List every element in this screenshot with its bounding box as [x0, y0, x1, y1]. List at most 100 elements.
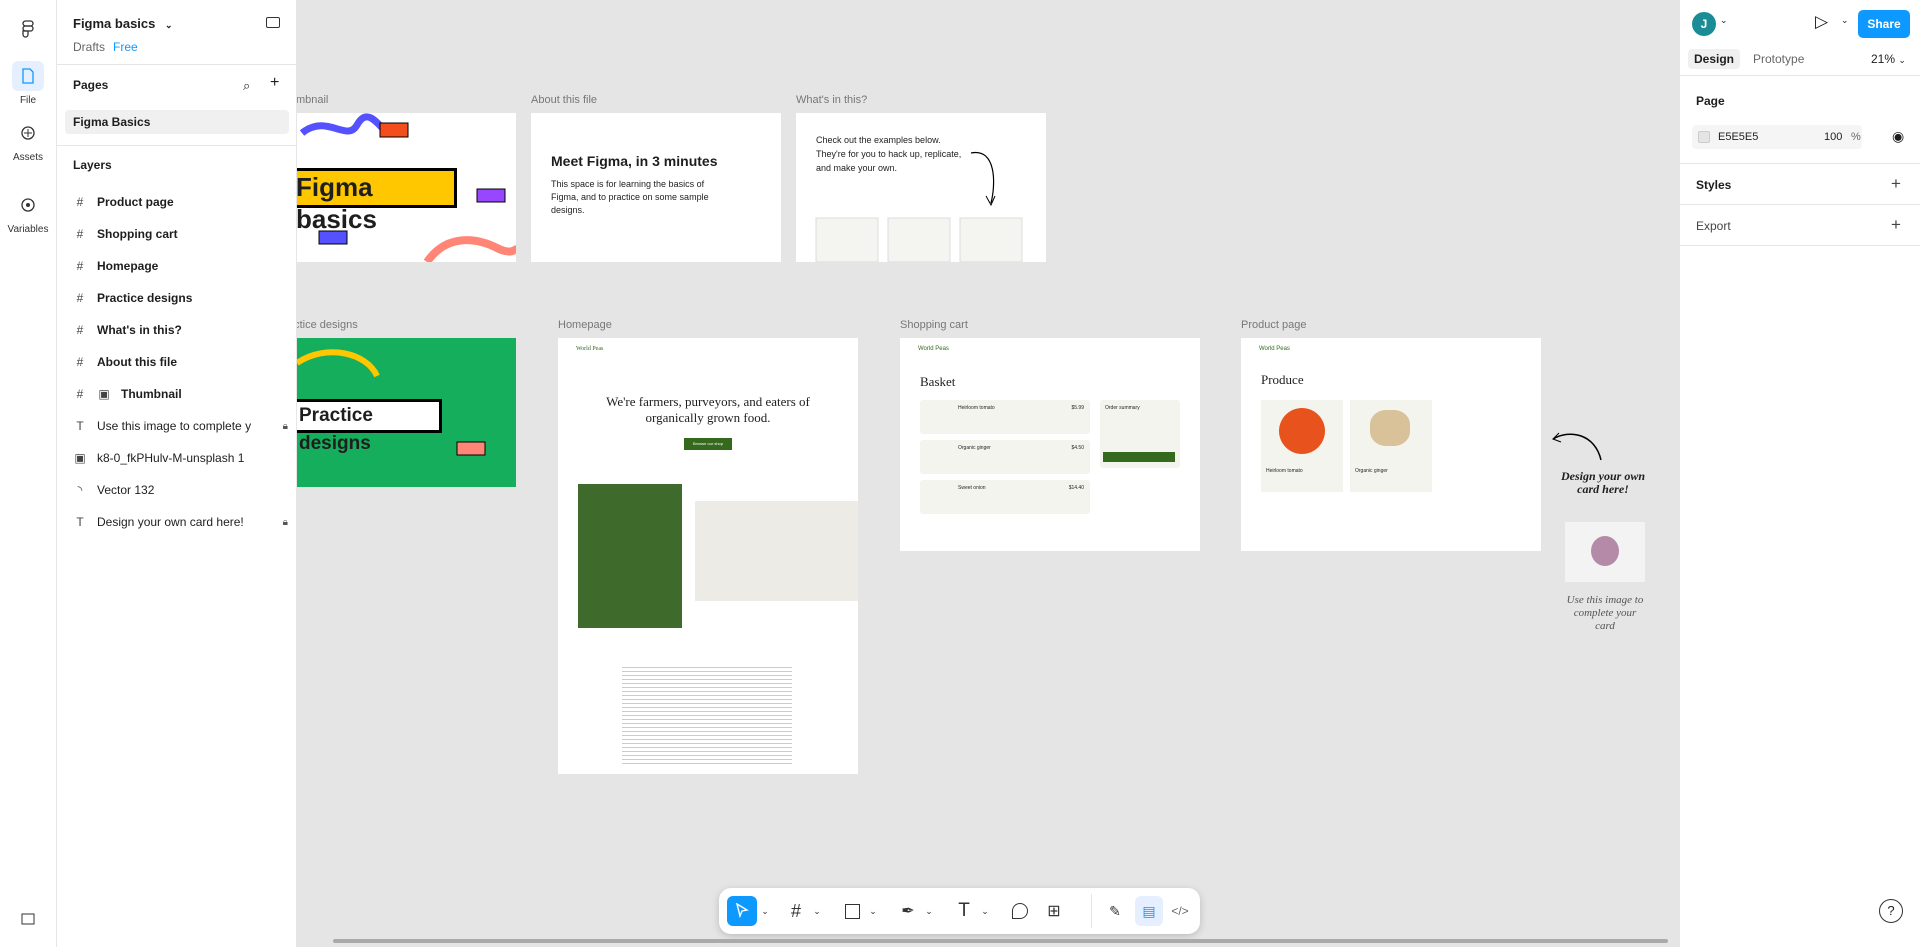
lock-icon[interactable]: 🔒︎	[283, 421, 288, 432]
product-frame[interactable]: World Peas Produce Heirloom tomato Organ…	[1241, 338, 1541, 551]
layer-item[interactable]: # About this file	[73, 346, 288, 378]
add-style-icon[interactable]: +	[1891, 174, 1901, 194]
frame-tool-chevron-icon[interactable]: ⌄	[811, 896, 823, 926]
page-opacity-value: 100	[1824, 131, 1843, 143]
whats-frame[interactable]: Check out the examples below. They're fo…	[796, 113, 1046, 262]
plan-badge[interactable]: Free	[113, 40, 138, 54]
frame-label-cart[interactable]: Shopping cart	[900, 319, 968, 331]
thumbnail-frame[interactable]: Figma basics	[297, 113, 516, 262]
chevron-down-icon: ⌄	[165, 20, 173, 30]
vector-icon: ◝	[77, 483, 83, 497]
thumbnail-title: Figma basics	[297, 168, 457, 234]
rail-variables-button[interactable]: Variables	[0, 190, 56, 235]
layer-item[interactable]: # Homepage	[73, 250, 288, 282]
project-title[interactable]: Figma basics ⌄	[73, 16, 173, 31]
layer-item[interactable]: T Use this image to complete y 🔒︎	[73, 410, 288, 442]
comment-tool-icon[interactable]	[1007, 896, 1033, 926]
frame-label-homepage[interactable]: Homepage	[558, 319, 612, 331]
layer-item[interactable]: T Design your own card here! 🔒︎	[73, 506, 288, 538]
onion-image[interactable]	[1565, 522, 1645, 582]
panel-tabs: Design Prototype 21% ⌄	[1680, 44, 1920, 76]
rail-file-button[interactable]: File	[0, 61, 56, 106]
ginger-image	[1370, 410, 1410, 446]
layer-item[interactable]: ▣ k8-0_fkPHulv-M-unsplash 1	[73, 442, 288, 474]
add-export-icon[interactable]: +	[1891, 215, 1901, 235]
shape-tool-chevron-icon[interactable]: ⌄	[867, 896, 879, 926]
frame-label-thumbnail[interactable]: Thumbnail	[297, 94, 328, 106]
cart-frame[interactable]: World Peas Basket Heirloom tomato $5.99 O…	[900, 338, 1200, 551]
project-title-text: Figma basics	[73, 16, 156, 31]
frame-tool-icon[interactable]: #	[783, 896, 809, 926]
layer-item[interactable]: # ▣ Thumbnail	[73, 378, 288, 410]
tomato-image	[1279, 408, 1325, 454]
page-color-swatch[interactable]	[1698, 131, 1710, 143]
share-button[interactable]: Share	[1858, 10, 1910, 38]
lock-icon[interactable]: 🔒︎	[283, 517, 288, 528]
move-tool-button[interactable]	[727, 896, 757, 926]
cart-item-2: Organic ginger $4.50	[920, 440, 1090, 474]
figma-menu-button[interactable]	[0, 14, 56, 48]
layer-item[interactable]: # What's in this?	[73, 314, 288, 346]
rectangle-tool-icon[interactable]	[839, 896, 865, 926]
design-mode-icon[interactable]: ▤	[1135, 896, 1163, 926]
layer-label: Vector 132	[97, 483, 155, 497]
dev-mode-icon[interactable]: </>	[1167, 896, 1193, 926]
page-color-field[interactable]: E5E5E5 100 %	[1692, 125, 1862, 149]
frame-label-practice[interactable]: Practice designs	[297, 319, 358, 331]
present-chevron-icon[interactable]: ⌄	[1841, 15, 1849, 26]
cart-item-3-price: $14.40	[1068, 485, 1084, 491]
layer-item[interactable]: ◝ Vector 132	[73, 474, 288, 506]
layer-item[interactable]: # Product page	[73, 186, 288, 218]
pen-tool-chevron-icon[interactable]: ⌄	[923, 896, 935, 926]
checkout-button	[1103, 452, 1175, 462]
translate-button[interactable]	[0, 904, 56, 938]
product-brand: World Peas	[1259, 346, 1290, 352]
frame-label-product[interactable]: Product page	[1241, 319, 1306, 331]
add-page-icon[interactable]: +	[270, 74, 279, 92]
about-frame[interactable]: Meet Figma, in 3 minutes This space is f…	[531, 113, 781, 262]
variables-icon	[21, 198, 35, 212]
frame-icon: #	[76, 291, 84, 305]
frame-label-whats[interactable]: What's in this?	[796, 94, 867, 106]
help-icon[interactable]: ?	[1879, 899, 1903, 923]
zoom-dropdown[interactable]: 21% ⌄	[1871, 52, 1906, 66]
frame-icon: #	[76, 227, 84, 241]
text-tool-icon[interactable]: T	[951, 896, 977, 926]
move-tool-chevron-icon[interactable]: ⌄	[759, 896, 771, 926]
drafts-link[interactable]: Drafts	[73, 40, 105, 54]
tab-prototype[interactable]: Prototype	[1753, 52, 1804, 66]
actions-tool-icon[interactable]: ⊞	[1041, 896, 1067, 926]
canvas[interactable]: Thumbnail About this file What's in this…	[297, 0, 1679, 947]
horizontal-scrollbar[interactable]	[333, 939, 1668, 943]
rail-assets-button[interactable]: Assets	[0, 118, 56, 163]
eye-icon[interactable]: ◉	[1892, 128, 1904, 145]
text-tool-chevron-icon[interactable]: ⌄	[979, 896, 991, 926]
homepage-text-block	[622, 664, 792, 764]
homepage-headline: We're farmers, purveyors, and eaters of …	[606, 394, 810, 425]
pen-tool-icon[interactable]: ✒	[895, 896, 921, 926]
layer-label: Thumbnail	[121, 387, 182, 401]
layer-item[interactable]: # Practice designs	[73, 282, 288, 314]
homepage-cta: Browse our shop	[684, 438, 732, 450]
product-card-tomato: Heirloom tomato	[1261, 400, 1343, 492]
properties-panel: J ⌄ ▷ ⌄ Share Design Prototype 21% ⌄ Pag…	[1679, 0, 1920, 947]
page-item-figma-basics[interactable]: Figma Basics	[65, 110, 289, 134]
layer-label: Homepage	[97, 259, 159, 273]
page-section: Page E5E5E5 100 % ◉	[1680, 77, 1920, 164]
avatar[interactable]: J	[1692, 12, 1716, 36]
tab-design[interactable]: Design	[1688, 49, 1741, 69]
layer-item[interactable]: # Shopping cart	[73, 218, 288, 250]
design-card-note[interactable]: Design your own card here!	[1555, 470, 1651, 496]
cart-brand: World Peas	[918, 346, 949, 352]
homepage-brand: World Peas	[576, 346, 604, 352]
frame-label-about[interactable]: About this file	[531, 94, 597, 106]
image-note[interactable]: Use this image to complete your card	[1564, 594, 1646, 633]
draw-mode-icon[interactable]: ✎	[1102, 896, 1128, 926]
avatar-chevron-icon[interactable]: ⌄	[1720, 15, 1728, 26]
homepage-frame[interactable]: World Peas We're farmers, purveyors, and…	[558, 338, 858, 774]
sidebar-toggle-icon[interactable]	[266, 17, 280, 28]
search-icon[interactable]: ⌕	[243, 78, 250, 94]
figma-logo-icon	[22, 20, 34, 38]
practice-frame[interactable]: Practice designs	[297, 338, 516, 487]
present-icon[interactable]: ▷	[1815, 12, 1828, 32]
